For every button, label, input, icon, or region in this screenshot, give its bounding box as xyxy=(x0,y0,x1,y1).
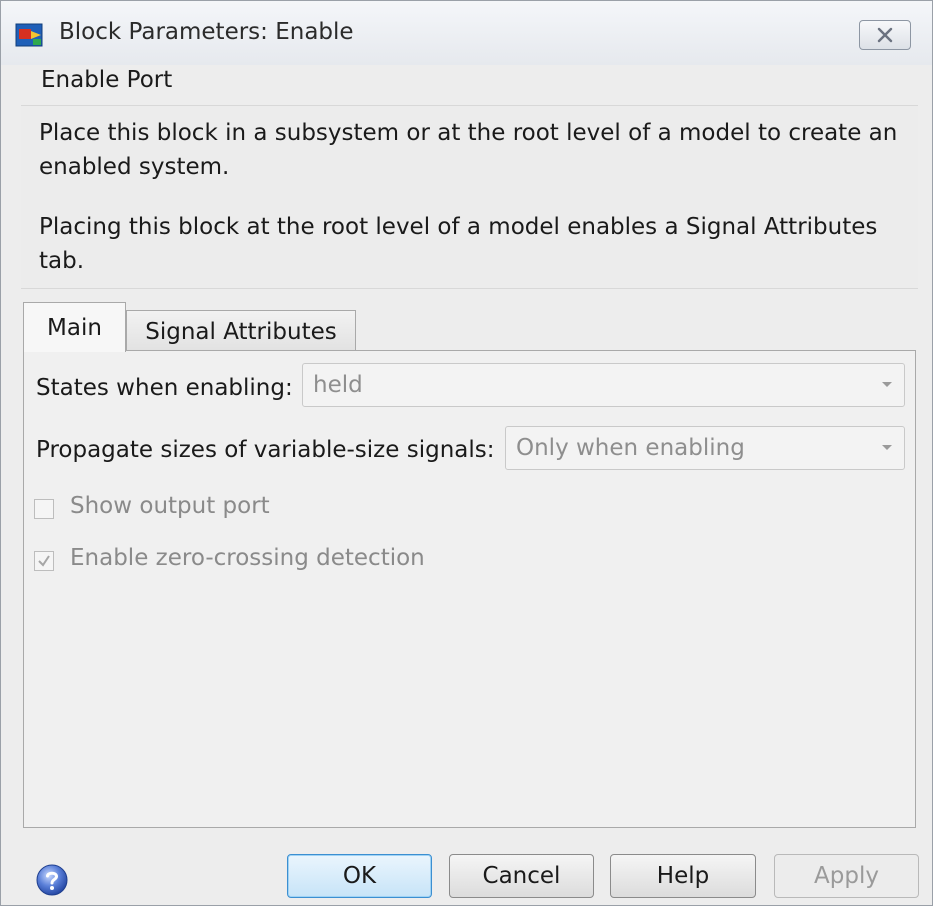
description-panel: Place this block in a subsystem or at th… xyxy=(21,105,918,289)
window-title: Block Parameters: Enable xyxy=(59,19,354,45)
zero-crossing-checkbox[interactable] xyxy=(34,551,54,571)
help-question-icon[interactable] xyxy=(35,863,69,897)
main-tab-panel: States when enabling: held Propagate siz… xyxy=(23,350,916,828)
tab-main[interactable]: Main xyxy=(23,302,126,352)
show-output-port-label: Show output port xyxy=(70,493,270,519)
states-when-enabling-label: States when enabling: xyxy=(36,375,293,401)
propagate-sizes-select[interactable]: Only when enabling xyxy=(505,426,905,470)
close-button[interactable] xyxy=(859,20,911,50)
simulink-block-icon xyxy=(15,21,45,51)
ok-button[interactable]: OK xyxy=(287,854,432,898)
propagate-sizes-value: Only when enabling xyxy=(516,435,745,461)
tab-signal-attributes[interactable]: Signal Attributes xyxy=(126,310,356,352)
description-paragraph-1: Place this block in a subsystem or at th… xyxy=(39,120,898,180)
show-output-port-checkbox[interactable] xyxy=(34,499,54,519)
close-icon xyxy=(877,27,893,43)
states-when-enabling-value: held xyxy=(313,372,363,398)
chevron-down-icon xyxy=(882,382,892,387)
checkmark-icon xyxy=(38,555,50,567)
dialog-window: Block Parameters: Enable Enable Port Pla… xyxy=(0,0,933,906)
group-label: Enable Port xyxy=(41,67,173,93)
chevron-down-icon xyxy=(882,445,892,450)
propagate-sizes-label: Propagate sizes of variable-size signals… xyxy=(36,437,495,463)
states-when-enabling-select[interactable]: held xyxy=(302,363,905,407)
apply-button[interactable]: Apply xyxy=(774,854,919,898)
description-paragraph-2: Placing this block at the root level of … xyxy=(39,214,878,274)
cancel-button[interactable]: Cancel xyxy=(449,854,594,898)
zero-crossing-label: Enable zero-crossing detection xyxy=(70,545,425,571)
help-button[interactable]: Help xyxy=(610,854,756,898)
title-bar: Block Parameters: Enable xyxy=(1,1,932,65)
